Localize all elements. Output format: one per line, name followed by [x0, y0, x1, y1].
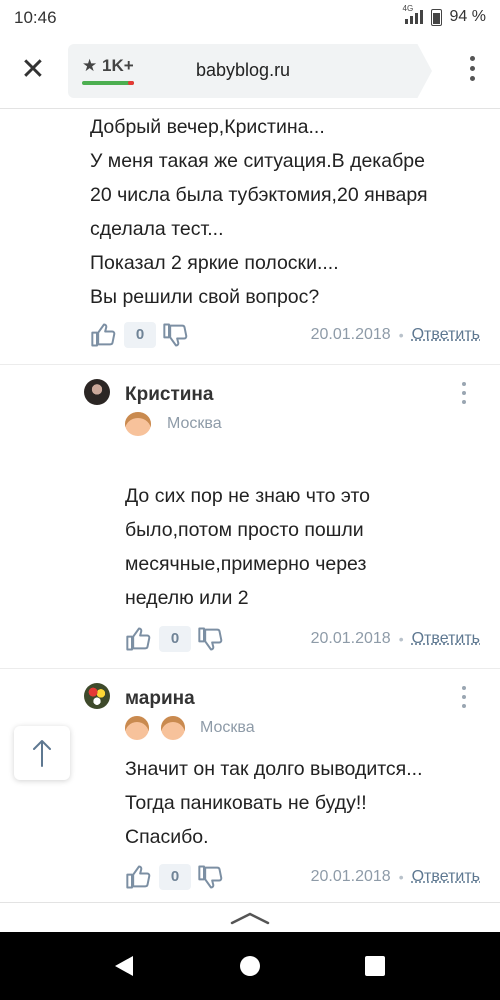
status-badge-icon — [125, 412, 151, 436]
comment-line: Спасибо. — [125, 826, 209, 848]
comment: Добрый вечер,Кристина... У меня такая же… — [90, 110, 490, 314]
status-bar: 10:46 4G 94 % — [0, 0, 500, 34]
separator-dot: • — [398, 327, 404, 343]
scroll-up-icon — [33, 740, 51, 767]
rating-count: 1K+ — [101, 56, 134, 75]
status-badge-icon — [161, 716, 185, 740]
avatar[interactable] — [84, 683, 110, 709]
address-bar[interactable]: ★ 1K+ babyblog.ru — [68, 44, 432, 98]
reply-link[interactable]: Ответить — [412, 630, 480, 648]
comment-date: 20.01.2018 — [310, 868, 391, 885]
comment-text: Значит он так долго выводится... Тогда п… — [125, 752, 490, 854]
thumb-up-icon[interactable] — [125, 625, 153, 653]
vote-count: 0 — [159, 864, 191, 890]
comment-line: было,потом просто пошли — [125, 519, 364, 541]
thumb-down-icon[interactable] — [197, 863, 225, 891]
comment-actions: 0 20.01.2018 • Ответить — [125, 625, 480, 653]
reply-link[interactable]: Ответить — [412, 868, 480, 886]
chevron-up-icon — [230, 912, 270, 925]
comment-line: 20 числа была тубэктомия,20 января — [90, 184, 428, 206]
rating-bar — [82, 81, 134, 85]
comment-date: 20.01.2018 — [310, 326, 391, 343]
comment-date: 20.01.2018 — [310, 630, 391, 647]
bottom-sheet-handle[interactable] — [0, 902, 500, 933]
signal-icon: 4G — [403, 4, 423, 24]
status-icons: 4G 94 % — [403, 4, 486, 26]
battery-level: 94 % — [449, 8, 486, 25]
scroll-up-button[interactable] — [14, 726, 70, 780]
divider — [0, 364, 500, 365]
comment-line: До сих пор не знаю что это — [125, 485, 371, 507]
system-nav-bar — [0, 932, 500, 1000]
thumb-up-icon[interactable] — [90, 321, 118, 349]
reply-link[interactable]: Ответить — [412, 326, 480, 344]
status-time: 10:46 — [14, 8, 57, 27]
author-name[interactable]: марина — [125, 688, 195, 710]
vote-box: 0 — [125, 863, 225, 891]
status-badge-icon — [125, 716, 149, 740]
vote-count: 0 — [159, 626, 191, 652]
vote-count: 0 — [124, 322, 156, 348]
comment-text: До сих пор не знаю что это было,потом пр… — [125, 479, 485, 615]
thumb-down-icon[interactable] — [162, 321, 190, 349]
comment-menu-icon[interactable] — [462, 686, 468, 713]
home-icon[interactable] — [240, 956, 260, 976]
comment-line: неделю или 2 — [125, 587, 249, 609]
comment-menu-icon[interactable] — [462, 382, 468, 409]
author-city: Москва — [167, 415, 222, 432]
browser-toolbar: ✕ ★ 1K+ babyblog.ru — [0, 34, 500, 109]
battery-icon — [430, 8, 442, 26]
network-type: 4G — [402, 4, 414, 13]
thumb-down-icon[interactable] — [197, 625, 225, 653]
menu-icon[interactable] — [470, 56, 476, 86]
author-name[interactable]: Кристина — [125, 384, 213, 406]
recents-icon[interactable] — [365, 956, 385, 976]
vote-box: 0 — [125, 625, 225, 653]
comment-actions: 0 20.01.2018 • Ответить — [90, 321, 480, 349]
thumb-up-icon[interactable] — [125, 863, 153, 891]
site-rating[interactable]: ★ 1K+ — [82, 56, 134, 85]
comment-line: месячные,примерно через — [125, 553, 367, 575]
vote-box: 0 — [90, 321, 190, 349]
divider — [0, 668, 500, 669]
comment-line: сделала тест... — [90, 218, 224, 240]
comment-line: Показал 2 яркие полоски.... — [90, 252, 339, 274]
separator-dot: • — [398, 869, 404, 885]
comment-line: Значит он так долго выводится... — [125, 758, 423, 780]
back-icon[interactable] — [113, 954, 135, 978]
comments-area: Добрый вечер,Кристина... У меня такая же… — [0, 108, 500, 902]
separator-dot: • — [398, 631, 404, 647]
comment-line: Вы решили свой вопрос? — [90, 286, 320, 308]
comment-text: Добрый вечер,Кристина... У меня такая же… — [90, 110, 490, 314]
close-icon[interactable]: ✕ — [18, 55, 48, 86]
comment-line: Тогда паниковать не буду!! — [125, 792, 367, 814]
comment-line: Добрый вечер,Кристина... — [90, 116, 325, 138]
author-city: Москва — [200, 719, 255, 736]
star-icon: ★ — [82, 56, 98, 75]
url-text[interactable]: babyblog.ru — [196, 60, 290, 81]
comment-line: У меня такая же ситуация.В декабре — [90, 150, 425, 172]
avatar[interactable] — [84, 379, 110, 405]
comment-actions: 0 20.01.2018 • Ответить — [125, 863, 480, 891]
